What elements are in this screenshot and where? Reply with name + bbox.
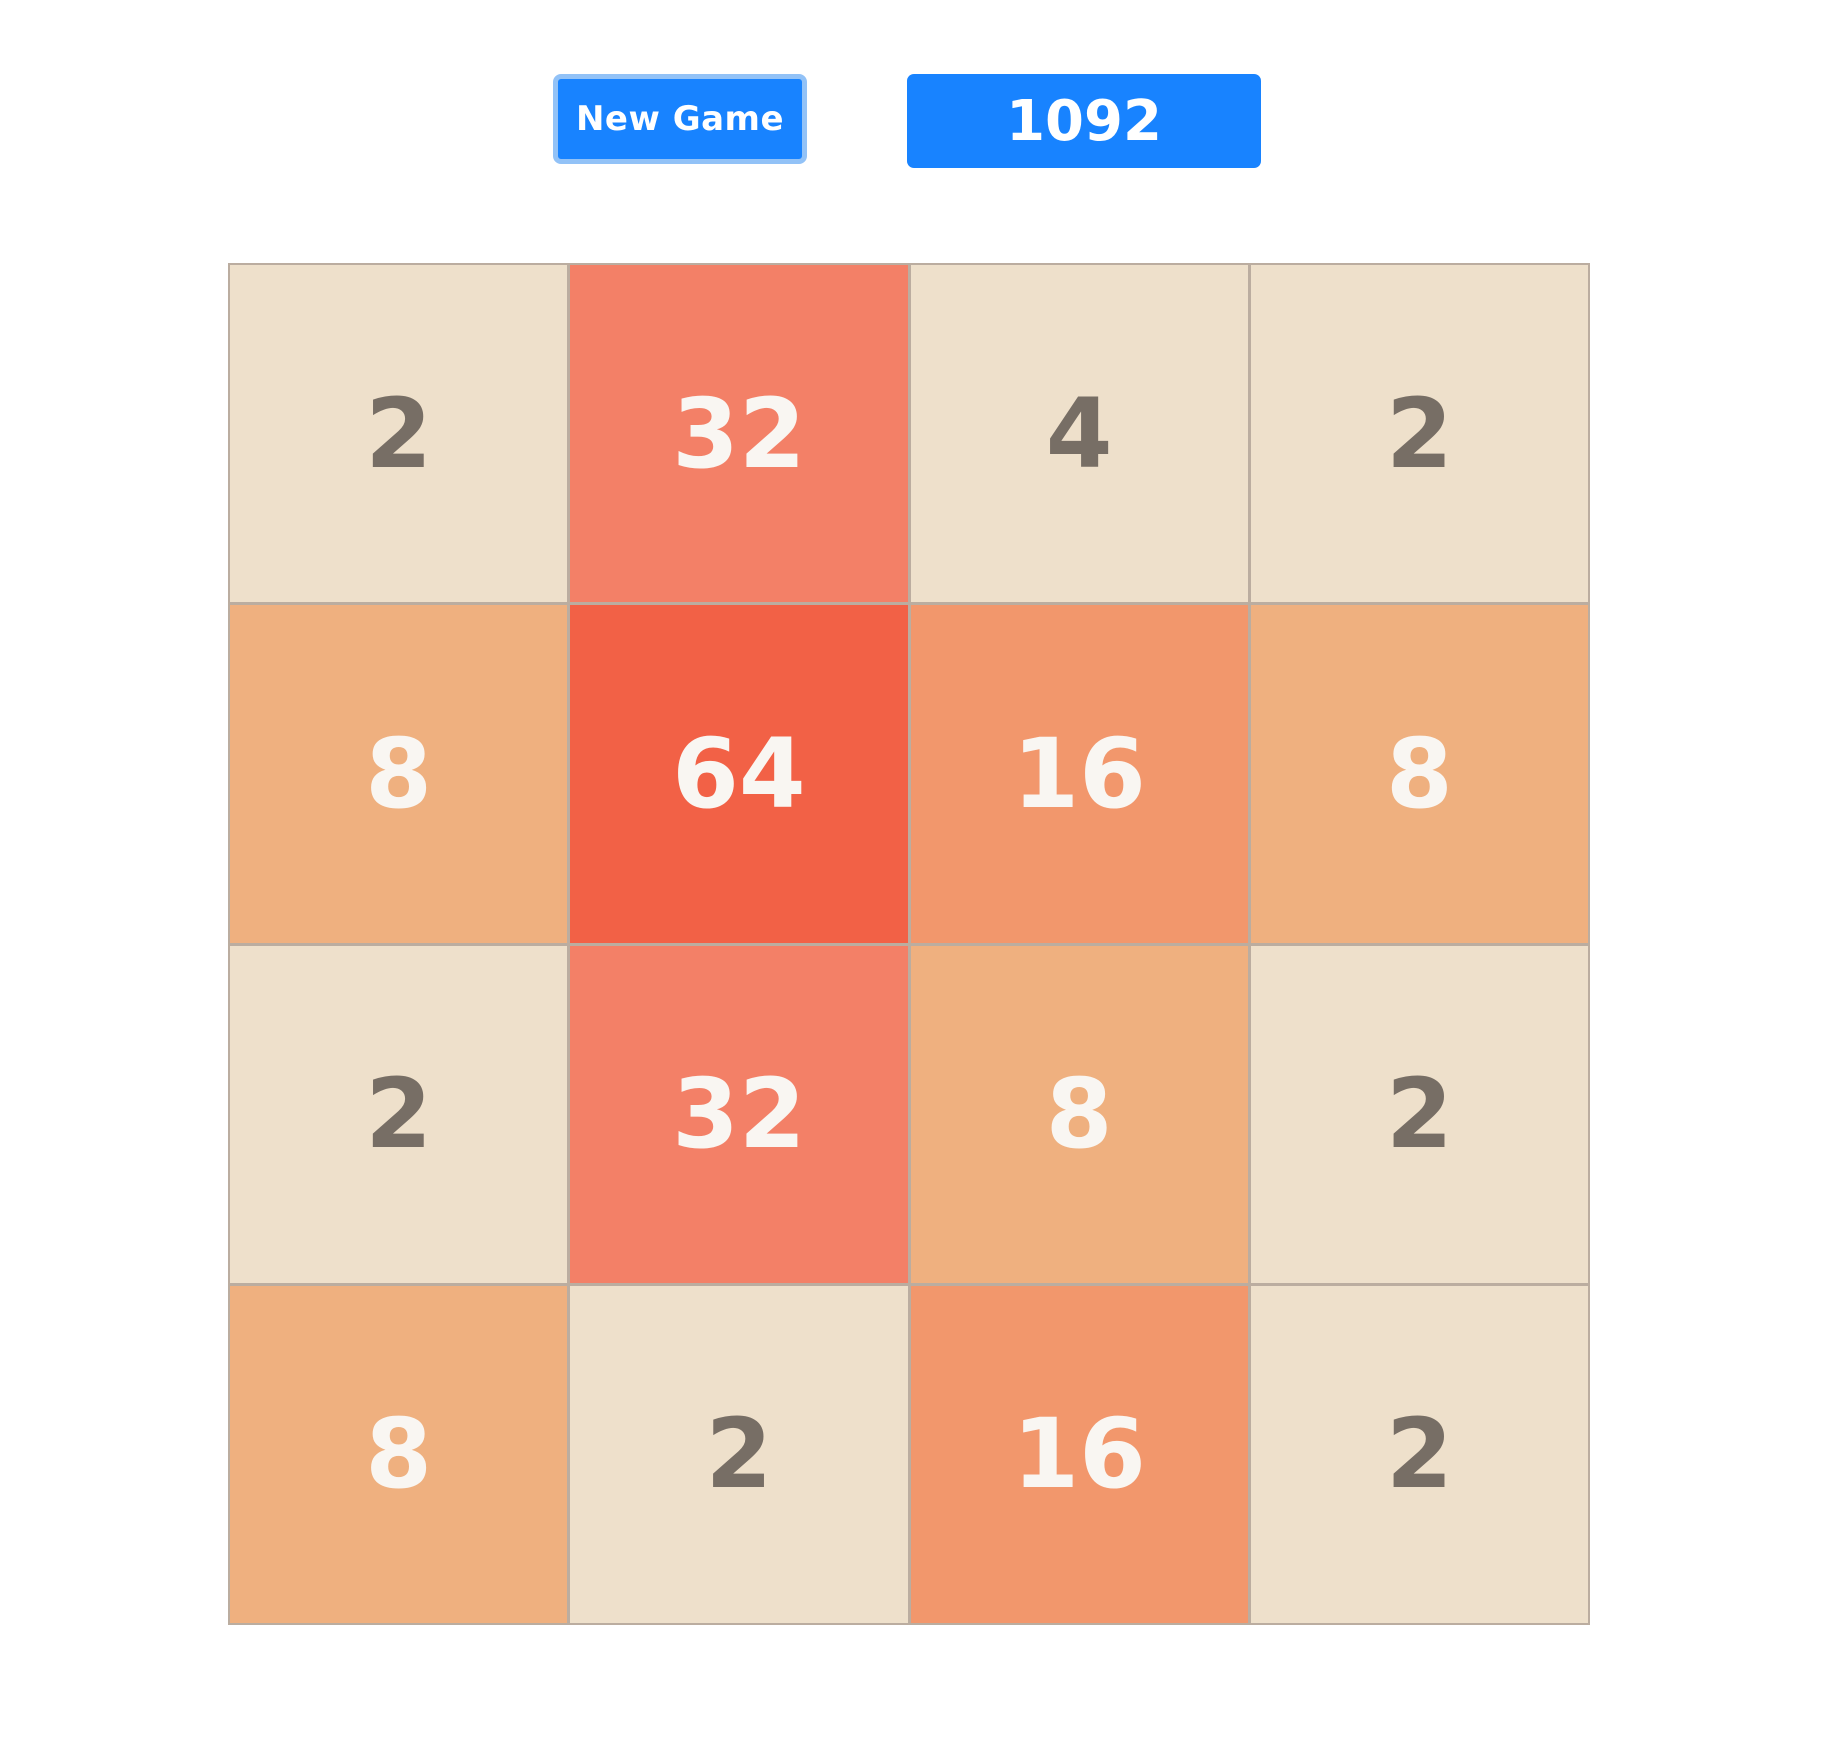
score-display: 1092 xyxy=(907,74,1261,168)
tile: 2 xyxy=(230,265,568,603)
tile: 2 xyxy=(230,945,568,1283)
tile: 32 xyxy=(570,945,908,1283)
tile: 8 xyxy=(230,605,568,943)
game-board[interactable]: 2 32 4 2 8 64 16 8 2 32 8 2 8 2 16 2 xyxy=(228,263,1590,1625)
tile: 2 xyxy=(570,1285,908,1623)
tile: 2 xyxy=(1250,1285,1588,1623)
tile: 8 xyxy=(230,1285,568,1623)
tile: 2 xyxy=(1250,945,1588,1283)
tile: 32 xyxy=(570,265,908,603)
toolbar: New Game 1092 xyxy=(0,0,1826,200)
tile: 2 xyxy=(1250,265,1588,603)
tile: 64 xyxy=(570,605,908,943)
tile: 8 xyxy=(910,945,1248,1283)
new-game-button[interactable]: New Game xyxy=(553,74,807,164)
tile: 16 xyxy=(910,605,1248,943)
tile: 8 xyxy=(1250,605,1588,943)
tile: 4 xyxy=(910,265,1248,603)
tile: 16 xyxy=(910,1285,1248,1623)
